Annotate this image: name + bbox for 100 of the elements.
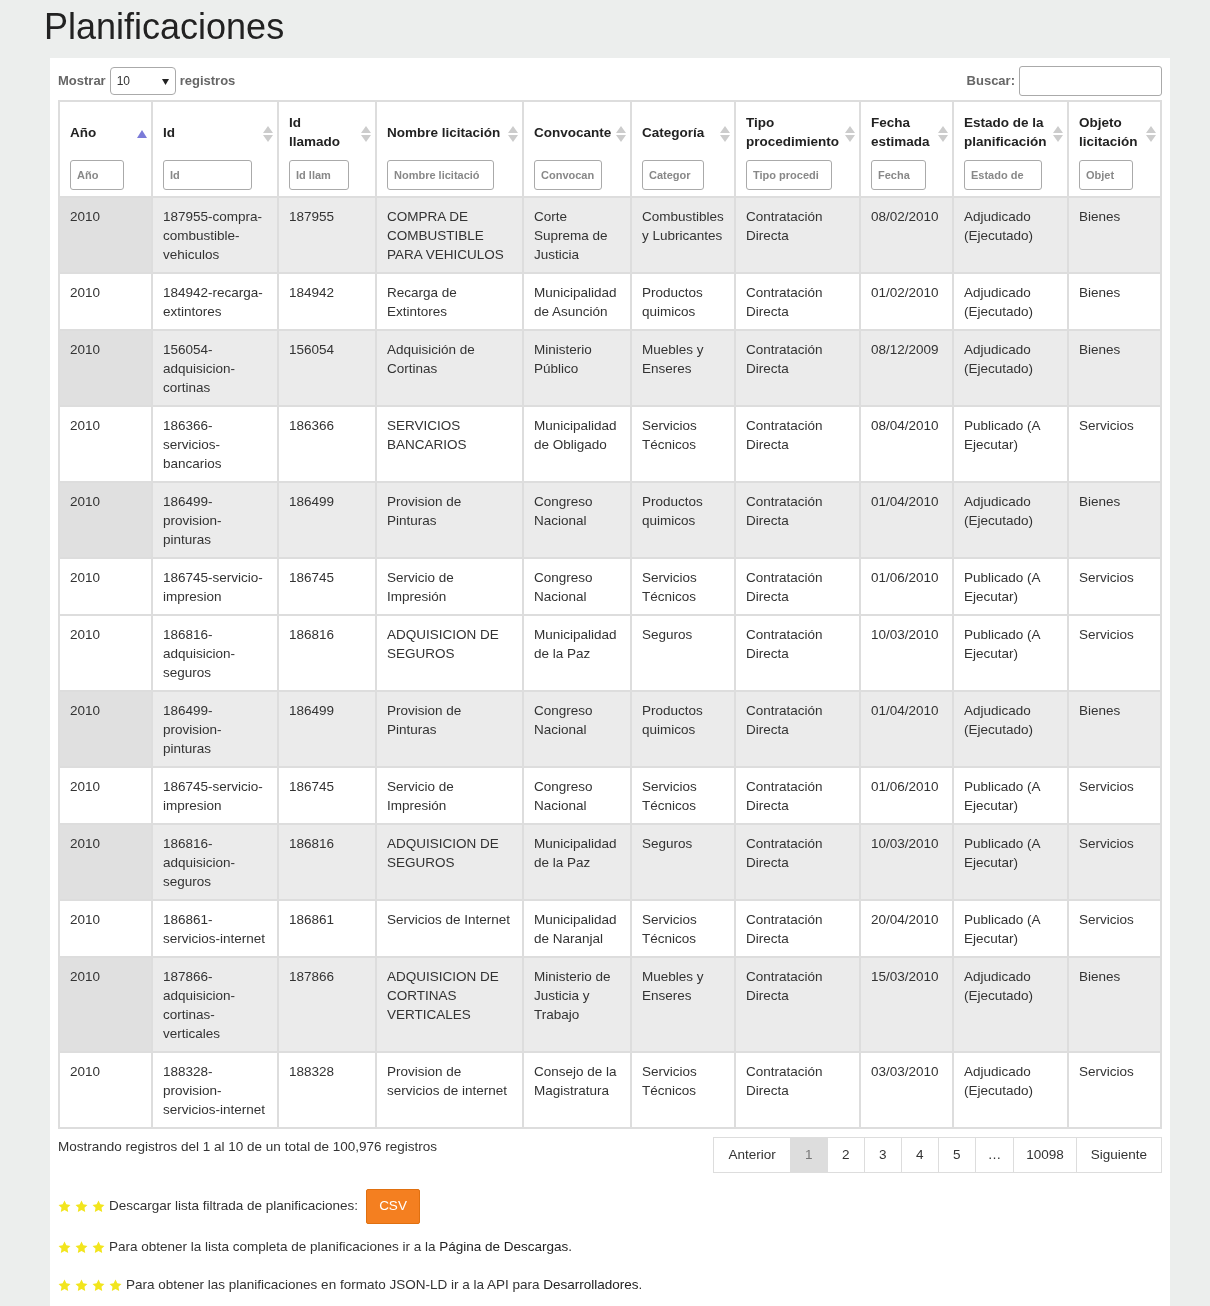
star-icon bbox=[109, 1279, 122, 1292]
star-icon bbox=[58, 1199, 71, 1213]
table-cell: 2010 bbox=[59, 330, 152, 406]
table-cell: 186816-adquisicion-seguros bbox=[152, 824, 278, 900]
table-cell: Bienes bbox=[1068, 957, 1161, 1052]
star-icon bbox=[92, 1279, 105, 1292]
table-cell: Ministerio de Justicia y Trabajo bbox=[523, 957, 631, 1052]
caret-icon bbox=[161, 78, 169, 85]
filter-field[interactable]: Fecha bbox=[871, 160, 926, 190]
show-label: Mostrar bbox=[58, 72, 106, 91]
table-cell: 186499-provision-pinturas bbox=[152, 482, 278, 558]
table-cell: Contratación Directa bbox=[735, 197, 860, 273]
table-cell: 187866 bbox=[278, 957, 376, 1052]
column-header[interactable]: Estado de la planificación Estado de bbox=[953, 101, 1068, 197]
table-cell: Adjudicado (Ejecutado) bbox=[953, 197, 1068, 273]
table-cell: 2010 bbox=[59, 197, 152, 273]
table-cell: Servicio de Impresión bbox=[376, 558, 523, 615]
table-cell: Adjudicado (Ejecutado) bbox=[953, 1052, 1068, 1128]
table-cell: 2010 bbox=[59, 957, 152, 1052]
table-cell: Bienes bbox=[1068, 482, 1161, 558]
table-cell: 2010 bbox=[59, 558, 152, 615]
filter-field[interactable]: Categor bbox=[642, 160, 704, 190]
table-cell: Muebles y Enseres bbox=[631, 957, 735, 1052]
table-cell: 186745 bbox=[278, 558, 376, 615]
table-cell: 08/12/2009 bbox=[860, 330, 953, 406]
table-cell: 156054 bbox=[278, 330, 376, 406]
table-cell: Adjudicado (Ejecutado) bbox=[953, 482, 1068, 558]
table-cell: Combustibles y Lubricantes bbox=[631, 197, 735, 273]
link[interactable]: Desarrolladores bbox=[543, 1277, 639, 1293]
table-cell: 01/04/2010 bbox=[860, 482, 953, 558]
page-button[interactable]: 3 bbox=[863, 1137, 902, 1174]
page-title: Planificaciones bbox=[44, 5, 286, 49]
column-header[interactable]: Id Id bbox=[152, 101, 278, 197]
column-header[interactable]: Id llamado Id llam bbox=[278, 101, 376, 197]
column-header[interactable]: Convocante Convocan bbox=[523, 101, 631, 197]
page-button[interactable]: 10098 bbox=[1013, 1137, 1077, 1174]
star-icon bbox=[75, 1199, 88, 1213]
table-cell: Servicios Técnicos bbox=[631, 558, 735, 615]
table-cell: ADQUISICION DE CORTINAS VERTICALES bbox=[376, 957, 523, 1052]
column-header[interactable]: Objeto licitación Objet bbox=[1068, 101, 1161, 197]
table-cell: Congreso Nacional bbox=[523, 482, 631, 558]
table-cell: 2010 bbox=[59, 482, 152, 558]
page-button[interactable]: Anterior bbox=[713, 1137, 791, 1174]
table-cell: 15/03/2010 bbox=[860, 957, 953, 1052]
table-cell: ADQUISICION DE SEGUROS bbox=[376, 824, 523, 900]
filter-field[interactable]: Año bbox=[70, 160, 124, 190]
column-header[interactable]: Año Año bbox=[59, 101, 152, 197]
table-cell: 186745-servicio-impresion bbox=[152, 558, 278, 615]
table-cell: Provision de Pinturas bbox=[376, 482, 523, 558]
table-cell: 01/04/2010 bbox=[860, 691, 953, 767]
page-length-select[interactable]: 10 bbox=[109, 67, 176, 95]
table-cell: Contratación Directa bbox=[735, 330, 860, 406]
table-cell: 186499-provision-pinturas bbox=[152, 691, 278, 767]
filter-field[interactable]: Estado de bbox=[964, 160, 1042, 190]
table-cell: Muebles y Enseres bbox=[631, 330, 735, 406]
table-cell: Contratación Directa bbox=[735, 558, 860, 615]
filter-field[interactable]: Objet bbox=[1079, 160, 1133, 190]
table-cell: Servicios bbox=[1068, 824, 1161, 900]
table-cell: Publicado (A Ejecutar) bbox=[953, 558, 1068, 615]
page-button[interactable]: 5 bbox=[937, 1137, 976, 1174]
column-header[interactable]: Nombre licitación Nombre licitació bbox=[376, 101, 523, 197]
column-header[interactable]: Fecha estimada Fecha bbox=[860, 101, 953, 197]
records-label: registros bbox=[179, 72, 236, 91]
table-cell: Productos quimicos bbox=[631, 482, 735, 558]
star-icon bbox=[75, 1279, 88, 1292]
table-info: Mostrando registros del 1 al 10 de un total de 100,976 registros bbox=[58, 1138, 437, 1156]
column-header[interactable]: Categoría Categor bbox=[631, 101, 735, 197]
filter-field[interactable]: Tipo procedi bbox=[746, 160, 832, 190]
table-cell: 188328 bbox=[278, 1052, 376, 1128]
filter-field[interactable]: Nombre licitació bbox=[387, 160, 494, 190]
table-cell: Contratación Directa bbox=[735, 1052, 860, 1128]
page-button[interactable]: … bbox=[974, 1137, 1015, 1174]
table-cell: 2010 bbox=[59, 691, 152, 767]
page-button[interactable]: 4 bbox=[900, 1137, 939, 1174]
table-cell: Bienes bbox=[1068, 330, 1161, 406]
note-text: Descargar lista filtrada de planificaciones: bbox=[109, 1197, 359, 1216]
table-cell: Provision de servicios de internet bbox=[376, 1052, 523, 1128]
search-field[interactable] bbox=[1019, 66, 1162, 96]
table-cell: 186499 bbox=[278, 482, 376, 558]
table-cell: COMPRA DE COMBUSTIBLE PARA VEHICULOS bbox=[376, 197, 523, 273]
note-text: Para obtener la lista completa de planificaciones ir a la Página de Descargas. bbox=[109, 1238, 573, 1257]
table-cell: Contratación Directa bbox=[735, 824, 860, 900]
table-cell: Corte Suprema de Justicia bbox=[523, 197, 631, 273]
table-cell: Productos quimicos bbox=[631, 691, 735, 767]
filter-field[interactable]: Convocan bbox=[534, 160, 602, 190]
table-cell: 186499 bbox=[278, 691, 376, 767]
table-cell: Contratación Directa bbox=[735, 482, 860, 558]
table-cell: Contratación Directa bbox=[735, 957, 860, 1052]
table-cell: 187866-adquisicion-cortinas-verticales bbox=[152, 957, 278, 1052]
table-cell: 187955-compra-combustible-vehiculos bbox=[152, 197, 278, 273]
table-cell: 03/03/2010 bbox=[860, 1052, 953, 1128]
filter-field[interactable]: Id llam bbox=[289, 160, 349, 190]
filter-field[interactable]: Id bbox=[163, 160, 252, 190]
table-cell: 10/03/2010 bbox=[860, 824, 953, 900]
column-header[interactable]: Tipo procedimiento Tipo procedi bbox=[735, 101, 860, 197]
table-cell: 01/06/2010 bbox=[860, 558, 953, 615]
note-text: Para obtener las planificaciones en formato JSON-LD ir a la API para Desarrolladores. bbox=[126, 1276, 643, 1295]
page-button[interactable]: 2 bbox=[826, 1137, 865, 1174]
table-cell: Adjudicado (Ejecutado) bbox=[953, 691, 1068, 767]
page-button[interactable]: Siguiente bbox=[1075, 1137, 1162, 1174]
